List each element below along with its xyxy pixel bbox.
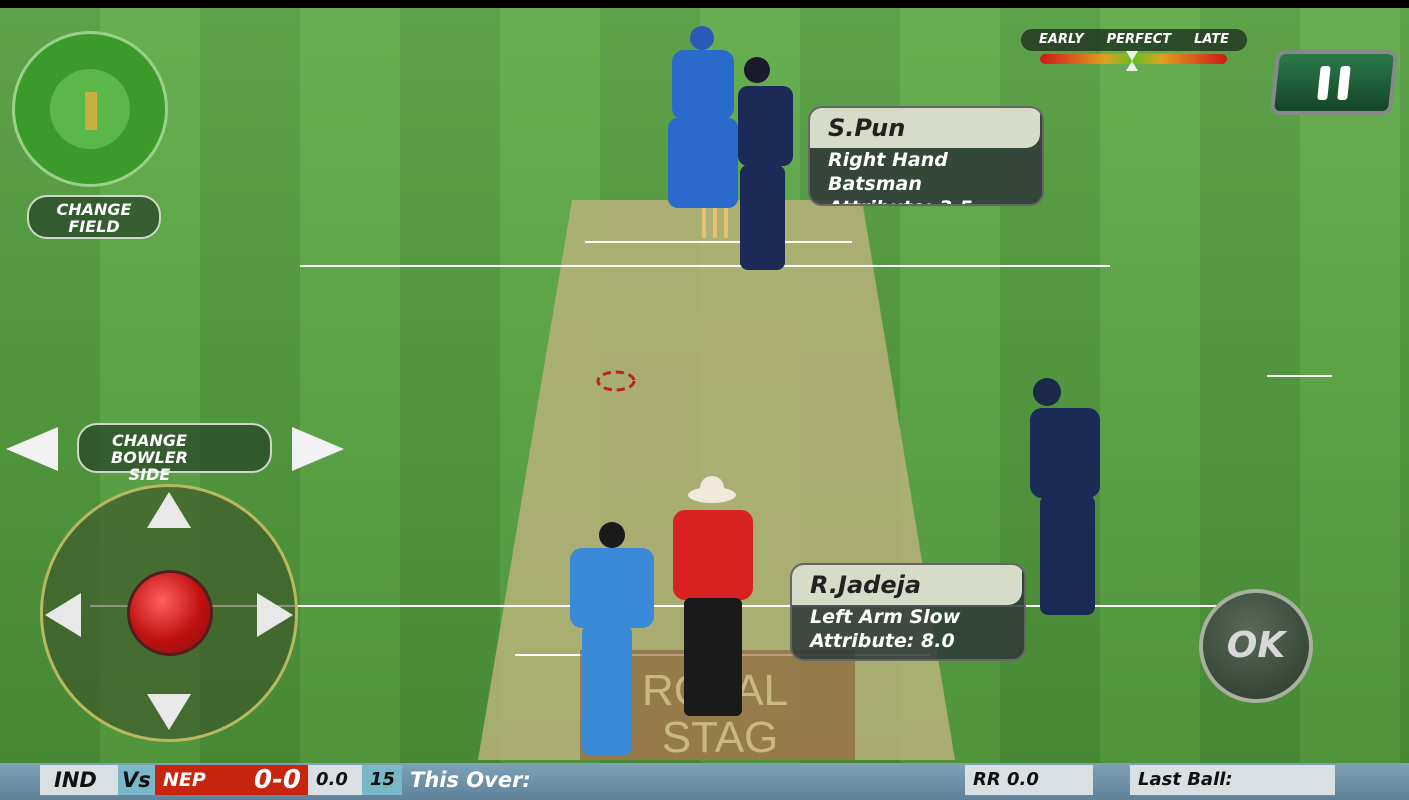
left-arrow-icon[interactable] xyxy=(6,427,58,471)
batsman-role: Right Hand Batsman xyxy=(828,149,948,195)
direction-joystick[interactable] xyxy=(40,484,298,742)
this-over-label: This Over: xyxy=(410,768,531,792)
batsman-non-striker xyxy=(1030,378,1100,615)
change-bowler-side-button[interactable]: CHANGE BOWLER SIDE xyxy=(77,423,272,483)
right-arrow-icon xyxy=(257,593,293,637)
team1: IND xyxy=(40,765,118,795)
bowler-name: R.Jadeja xyxy=(792,565,1022,605)
batsman-name: S.Pun xyxy=(810,108,1040,148)
pause-button[interactable] xyxy=(1269,50,1399,115)
last-ball-label: Last Ball: xyxy=(1130,765,1335,795)
left-arrow-icon xyxy=(45,593,81,637)
right-arrow-icon[interactable] xyxy=(292,427,344,471)
change-field-button[interactable]: CHANGE FIELD xyxy=(27,195,161,239)
field-minimap[interactable] xyxy=(12,31,168,187)
bowler-info-card: R.Jadeja Left Arm Slow Attribute: 8.0 xyxy=(790,563,1026,661)
overs: 0.0 xyxy=(308,765,362,795)
wicketkeeper xyxy=(668,26,738,208)
ball-button[interactable] xyxy=(127,570,213,656)
bowler-attribute: Attribute: 8.0 xyxy=(810,630,955,652)
batsman-info-card: S.Pun Right Hand Batsman Attribute: 3.5 xyxy=(808,106,1044,206)
minimap-pitch xyxy=(85,92,97,130)
umpire xyxy=(673,476,753,716)
down-arrow-icon xyxy=(147,694,191,730)
bowler-role: Left Arm Slow xyxy=(810,606,961,628)
ok-button[interactable]: OK xyxy=(1199,589,1313,703)
perfect-label: PERFECT xyxy=(1106,32,1172,47)
batsman-attribute: Attribute: 3.5 xyxy=(810,196,1042,204)
scorebar: IND Vs NEP 0-0 0.0 15 This Over: RR 0.0 … xyxy=(0,763,1409,800)
early-label: EARLY xyxy=(1039,32,1084,47)
run-rate: RR 0.0 xyxy=(965,765,1093,795)
score: 0-0 xyxy=(254,765,301,795)
pause-icon xyxy=(1317,65,1331,100)
up-arrow-icon xyxy=(147,492,191,528)
svg-text:STAG: STAG xyxy=(662,713,779,762)
batsman-striker xyxy=(738,57,793,270)
late-label: LATE xyxy=(1194,32,1229,47)
total-overs: 15 xyxy=(362,765,402,795)
timing-meter: EARLY PERFECT LATE xyxy=(1021,29,1247,51)
vs-label: Vs xyxy=(118,765,155,795)
